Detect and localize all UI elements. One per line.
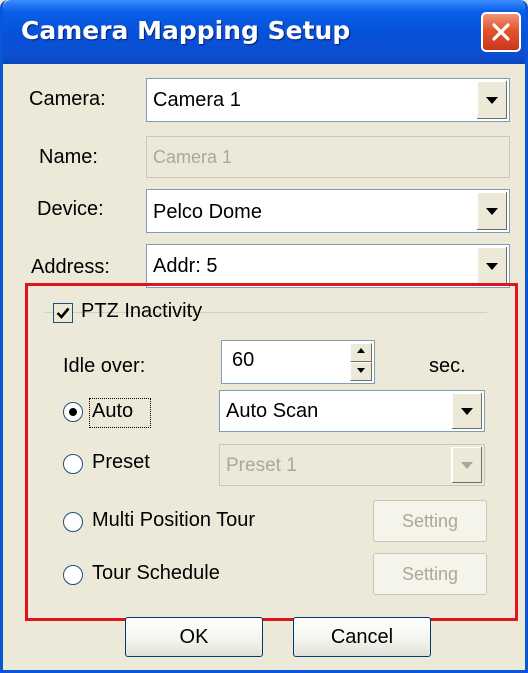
preset-radio-label: Preset	[92, 451, 150, 473]
chevron-down-icon	[486, 208, 498, 215]
ok-button[interactable]: OK	[125, 617, 263, 657]
device-label: Device:	[37, 198, 104, 220]
device-select[interactable]: Pelco Dome	[146, 189, 510, 233]
cancel-button-label: Cancel	[330, 626, 394, 648]
idle-over-value: 60	[232, 349, 255, 371]
multi-position-tour-radio[interactable]	[63, 512, 83, 532]
dialog-window: Camera Mapping Setup Camera: Camera 1 Na…	[0, 0, 528, 673]
radio-selected-dot	[69, 408, 77, 416]
spin-down-button[interactable]	[350, 362, 372, 381]
idle-unit-label: sec.	[429, 355, 466, 377]
preset-select-value: Preset 1	[226, 455, 297, 476]
chevron-down-icon	[461, 462, 473, 469]
chevron-down-icon	[461, 408, 473, 415]
spin-up-button[interactable]	[350, 343, 372, 362]
camera-select-value: Camera 1	[153, 89, 241, 111]
auto-radio[interactable]	[63, 402, 83, 422]
multi-position-tour-setting-button[interactable]: Setting	[373, 500, 487, 542]
device-dropdown-button[interactable]	[476, 192, 507, 230]
close-button[interactable]	[481, 12, 521, 52]
ok-button-label: OK	[179, 626, 209, 648]
chevron-down-icon	[486, 97, 498, 104]
device-select-value: Pelco Dome	[153, 201, 262, 223]
camera-select[interactable]: Camera 1	[146, 78, 510, 122]
camera-dropdown-button[interactable]	[476, 81, 507, 119]
setting-button-label: Setting	[401, 511, 459, 531]
setting-button-label: Setting	[401, 564, 459, 584]
multi-position-tour-label: Multi Position Tour	[92, 509, 256, 531]
idle-over-spinbox[interactable]: 60	[221, 340, 375, 384]
arrow-down-icon	[357, 368, 365, 373]
chevron-down-icon	[486, 263, 498, 270]
preset-select: Preset 1	[219, 444, 485, 486]
name-field-value: Camera 1	[153, 147, 233, 167]
address-label: Address:	[31, 256, 110, 278]
idle-over-label: Idle over:	[63, 355, 146, 377]
close-icon	[492, 23, 510, 41]
auto-mode-dropdown-button[interactable]	[451, 393, 482, 429]
preset-radio[interactable]	[63, 454, 83, 474]
tour-schedule-radio[interactable]	[63, 565, 83, 585]
tour-schedule-label: Tour Schedule	[92, 562, 220, 584]
checkmark-icon	[56, 307, 70, 319]
auto-mode-value: Auto Scan	[226, 400, 319, 422]
address-dropdown-button[interactable]	[476, 247, 507, 285]
name-label: Name:	[39, 146, 98, 168]
auto-mode-select[interactable]: Auto Scan	[219, 390, 485, 432]
camera-label: Camera:	[29, 88, 106, 110]
address-select-value: Addr: 5	[153, 255, 218, 277]
ptz-inactivity-checkbox[interactable]	[53, 303, 73, 323]
name-field: Camera 1	[146, 136, 510, 178]
tour-schedule-setting-button[interactable]: Setting	[373, 553, 487, 595]
address-select[interactable]: Addr: 5	[146, 244, 510, 288]
preset-dropdown-button	[451, 447, 482, 483]
idle-spin-buttons	[350, 343, 372, 381]
ptz-inactivity-label: PTZ Inactivity	[81, 300, 203, 322]
cancel-button[interactable]: Cancel	[293, 617, 431, 657]
window-title: Camera Mapping Setup	[21, 16, 351, 45]
auto-radio-label: Auto	[92, 400, 134, 422]
arrow-up-icon	[357, 348, 365, 353]
title-bar[interactable]: Camera Mapping Setup	[3, 0, 525, 64]
